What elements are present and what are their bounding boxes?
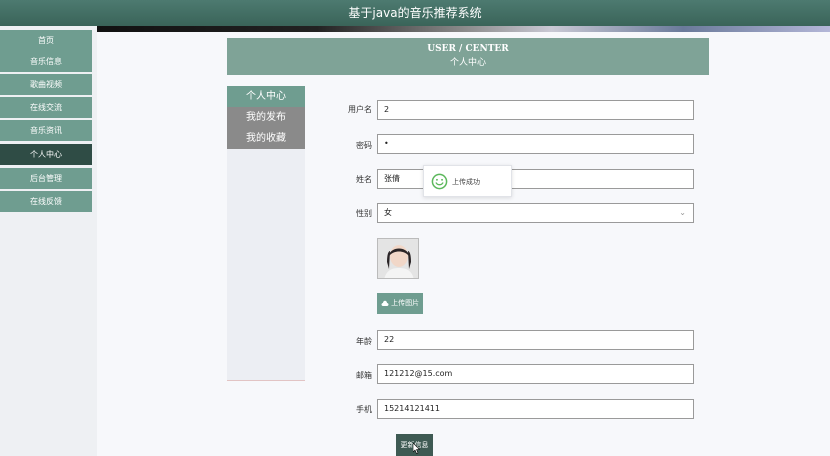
sidebar-item-music-info[interactable]: 音乐信息 (0, 51, 92, 72)
cloud-upload-icon (381, 300, 389, 306)
upload-image-label: 上传图片 (391, 299, 420, 307)
smile-icon (431, 173, 448, 190)
page-header: USER / CENTER 个人中心 (227, 38, 709, 75)
app-title-bar: 基于java的音乐推荐系统 (0, 0, 830, 26)
username-label: 用户名 (348, 105, 372, 114)
sidebar-item-personal-center[interactable]: 个人中心 (0, 144, 92, 165)
sidebar-item-feedback[interactable]: 在线反馈 (0, 191, 92, 212)
age-label: 年龄 (356, 337, 372, 346)
chevron-down-icon: ⌄ (679, 208, 686, 217)
main-content (97, 32, 830, 456)
gender-label: 性别 (356, 209, 372, 218)
gender-select[interactable]: 女 ⌄ (377, 203, 694, 223)
password-field[interactable]: • (377, 134, 694, 154)
subnav-item-personal-center[interactable]: 个人中心 (227, 86, 305, 107)
email-label: 邮箱 (356, 371, 372, 380)
avatar (377, 238, 419, 279)
sidebar-item-admin[interactable]: 后台管理 (0, 168, 92, 189)
toast-message: 上传成功 (452, 178, 480, 186)
email-field[interactable]: 121212@15.com (377, 364, 694, 384)
subnav-item-my-favorites[interactable]: 我的收藏 (227, 128, 305, 149)
sidebar-item-home[interactable]: 首页 (0, 30, 92, 51)
phone-field[interactable]: 15214121411 (377, 399, 694, 419)
name-label: 姓名 (356, 175, 372, 184)
gender-select-value: 女 (384, 208, 392, 217)
mouse-cursor-icon (413, 443, 420, 454)
sidebar-item-song-videos[interactable]: 歌曲视频 (0, 74, 92, 95)
sidebar-item-music-news[interactable]: 音乐资讯 (0, 120, 92, 141)
phone-label: 手机 (356, 405, 372, 414)
app-title: 基于java的音乐推荐系统 (348, 6, 482, 20)
upload-image-button[interactable]: 上传图片 (377, 293, 423, 314)
personal-subnav: 个人中心 我的发布 我的收藏 (227, 86, 305, 381)
page-header-en: USER / CENTER (427, 44, 509, 54)
page-header-cn: 个人中心 (449, 58, 486, 68)
sidebar-item-online-chat[interactable]: 在线交流 (0, 97, 92, 118)
subnav-item-my-posts[interactable]: 我的发布 (227, 107, 305, 128)
upload-success-toast: 上传成功 (423, 165, 512, 197)
age-field[interactable]: 22 (377, 330, 694, 350)
password-label: 密码 (356, 141, 372, 150)
username-field[interactable]: 2 (377, 100, 694, 120)
